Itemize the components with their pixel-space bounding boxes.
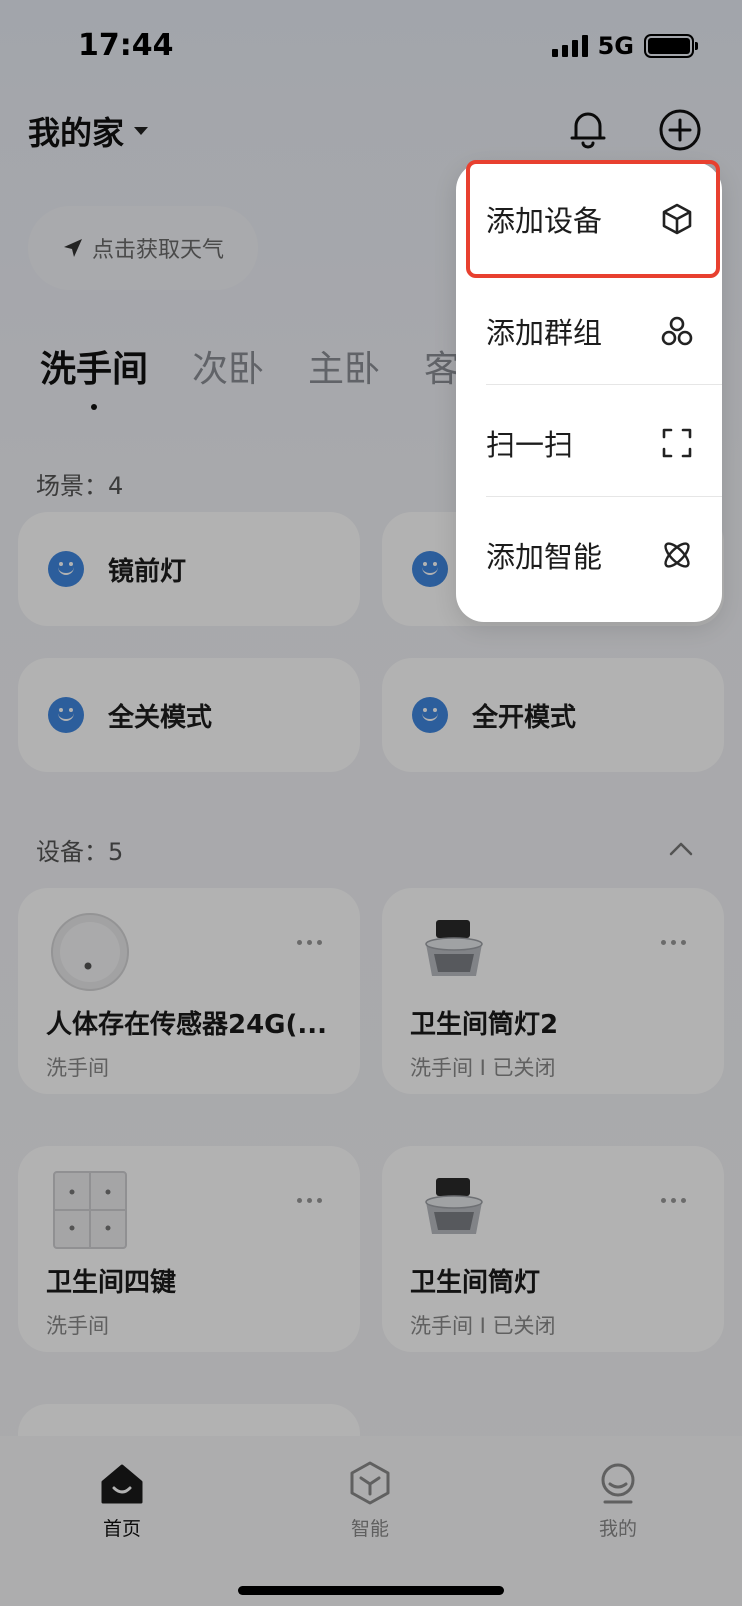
menu-divider xyxy=(486,384,722,385)
menu-divider xyxy=(486,496,722,497)
menu-add-group[interactable]: 添加群组 xyxy=(456,274,722,388)
home-indicator xyxy=(238,1586,504,1595)
group-icon xyxy=(661,316,693,346)
menu-scan[interactable]: 扫一扫 xyxy=(456,386,722,500)
menu-scan-label: 扫一扫 xyxy=(486,428,574,462)
highlight-frame xyxy=(466,160,720,278)
scan-icon xyxy=(662,428,692,458)
menu-add-smart[interactable]: 添加智能 xyxy=(456,498,722,612)
menu-add-smart-label: 添加智能 xyxy=(486,540,603,574)
menu-add-group-label: 添加群组 xyxy=(486,316,603,350)
atom-icon xyxy=(664,542,690,568)
